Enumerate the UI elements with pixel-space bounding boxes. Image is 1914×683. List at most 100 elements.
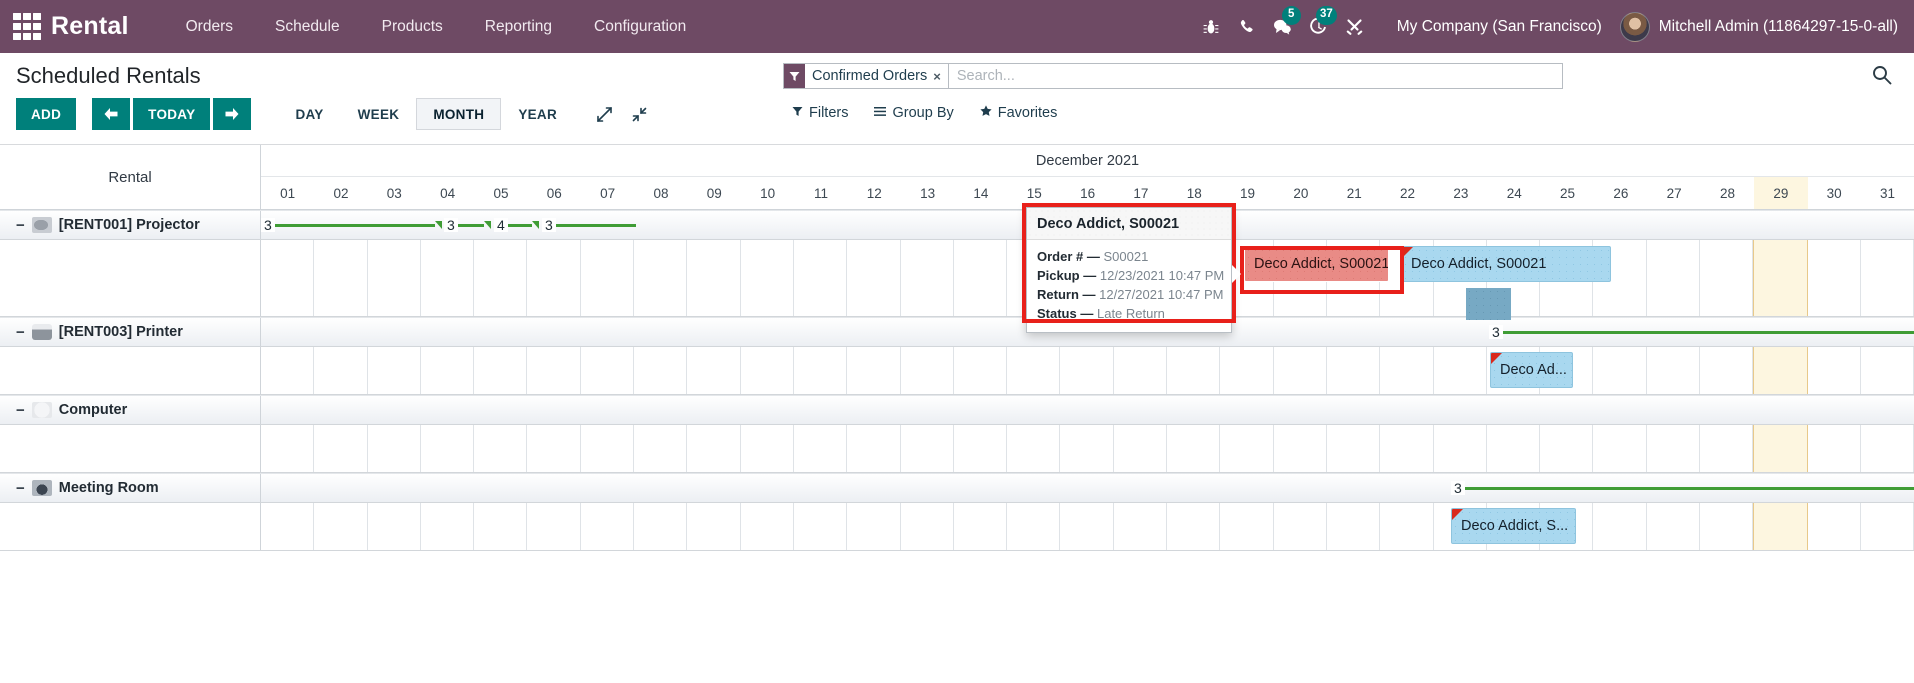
gantt-cell[interactable] — [741, 347, 794, 394]
gantt-cell[interactable] — [634, 425, 688, 472]
gantt-cell[interactable] — [901, 425, 954, 472]
gantt-cell[interactable] — [1220, 347, 1274, 394]
gantt-cell[interactable] — [1220, 425, 1274, 472]
gantt-cell[interactable] — [741, 240, 794, 316]
prev-period-button[interactable] — [92, 98, 131, 130]
gantt-cell[interactable] — [314, 240, 368, 316]
gantt-group-label-cell[interactable]: − [RENT001] Projector — [0, 211, 261, 239]
gantt-cell[interactable] — [1060, 503, 1114, 550]
collapse-toggle-icon[interactable]: − — [16, 481, 25, 496]
gantt-cell[interactable] — [1060, 347, 1114, 394]
gantt-cell[interactable] — [581, 347, 635, 394]
gantt-pill[interactable]: Deco Addict, S00021 — [1401, 246, 1611, 282]
gantt-cell[interactable] — [1700, 503, 1754, 550]
gantt-cell[interactable] — [1380, 425, 1434, 472]
gantt-cell[interactable] — [1487, 425, 1541, 472]
gantt-cell[interactable] — [1647, 347, 1701, 394]
gantt-pill[interactable]: Deco Addict, S... — [1451, 508, 1576, 544]
gantt-row-slots-printer[interactable]: Deco Ad... — [261, 347, 1914, 394]
gantt-cell[interactable] — [901, 347, 954, 394]
today-button[interactable]: TODAY — [133, 98, 211, 130]
gantt-cell[interactable] — [527, 425, 581, 472]
gantt-cell[interactable] — [794, 503, 848, 550]
app-brand-rental[interactable]: Rental — [51, 12, 129, 41]
gantt-row-slots-meeting[interactable]: Deco Addict, S... — [261, 503, 1914, 550]
gantt-cell[interactable] — [634, 240, 688, 316]
gantt-cell[interactable] — [1861, 503, 1914, 550]
gantt-cell[interactable] — [527, 240, 581, 316]
gantt-cell[interactable] — [1274, 425, 1327, 472]
gantt-cell[interactable] — [261, 425, 315, 472]
apps-grid-icon[interactable] — [13, 12, 41, 41]
gantt-cell[interactable] — [1753, 240, 1808, 316]
activities-clock-icon[interactable]: 37 — [1301, 5, 1337, 44]
gantt-cell[interactable] — [847, 347, 901, 394]
gantt-cell[interactable] — [1753, 503, 1808, 550]
gantt-cell[interactable] — [1327, 425, 1381, 472]
search-input[interactable] — [948, 64, 1562, 88]
collapse-toggle-icon[interactable]: − — [16, 218, 25, 233]
gantt-cell[interactable] — [901, 503, 954, 550]
gantt-cell[interactable] — [634, 347, 688, 394]
gantt-cell[interactable] — [1114, 425, 1168, 472]
gantt-cell[interactable] — [1007, 425, 1061, 472]
gantt-cell[interactable] — [1434, 347, 1487, 394]
close-icon[interactable]: × — [933, 64, 948, 88]
gantt-cell[interactable] — [1808, 347, 1861, 394]
gantt-cell[interactable] — [314, 425, 368, 472]
nav-item-schedule[interactable]: Schedule — [254, 0, 361, 53]
filters-menu[interactable]: Filters — [792, 105, 848, 121]
gantt-group-row-meeting[interactable]: − Meeting Room 3 — [0, 473, 1914, 503]
gantt-cell[interactable] — [368, 425, 421, 472]
gantt-cell[interactable] — [1700, 347, 1754, 394]
gantt-cell[interactable] — [527, 503, 581, 550]
gantt-cell[interactable] — [581, 425, 635, 472]
gantt-cell[interactable] — [794, 347, 848, 394]
gantt-cell[interactable] — [741, 425, 794, 472]
gantt-cell[interactable] — [1327, 347, 1381, 394]
gantt-cell[interactable] — [634, 503, 688, 550]
gantt-cell[interactable] — [314, 503, 368, 550]
gantt-cell[interactable] — [687, 240, 741, 316]
gantt-row-slots-computer[interactable] — [261, 425, 1914, 472]
search-bar[interactable]: Confirmed Orders × — [783, 63, 1563, 89]
gantt-cell[interactable] — [1060, 425, 1114, 472]
scale-week-button[interactable]: WEEK — [341, 98, 417, 130]
nav-item-reporting[interactable]: Reporting — [464, 0, 573, 53]
gantt-group-row-computer[interactable]: − Computer — [0, 395, 1914, 425]
favorites-menu[interactable]: Favorites — [980, 105, 1057, 121]
gantt-cell[interactable] — [261, 347, 315, 394]
scale-day-button[interactable]: DAY — [278, 98, 340, 130]
collapse-toggle-icon[interactable]: − — [16, 403, 25, 418]
gantt-cell[interactable] — [1274, 347, 1327, 394]
gantt-cell[interactable] — [1808, 503, 1861, 550]
gantt-cell[interactable] — [1861, 240, 1914, 316]
gantt-cell[interactable] — [1114, 503, 1168, 550]
gantt-cell[interactable] — [847, 503, 901, 550]
gantt-cell[interactable] — [794, 425, 848, 472]
gantt-cell[interactable] — [1274, 503, 1327, 550]
search-facet-confirmed-orders[interactable]: Confirmed Orders × — [784, 64, 949, 88]
gantt-cell[interactable] — [474, 503, 528, 550]
gantt-cell[interactable] — [1861, 425, 1914, 472]
gantt-cell[interactable] — [687, 503, 741, 550]
group-by-menu[interactable]: Group By — [874, 105, 954, 121]
gantt-cell[interactable] — [368, 240, 421, 316]
tools-icon[interactable] — [1337, 10, 1373, 44]
gantt-cell[interactable] — [1167, 425, 1221, 472]
gantt-cell[interactable] — [1861, 347, 1914, 394]
gantt-group-label-cell[interactable]: − [RENT003] Printer — [0, 318, 261, 346]
gantt-cell[interactable] — [581, 240, 635, 316]
gantt-cell[interactable] — [1167, 347, 1221, 394]
gantt-cell[interactable] — [1327, 503, 1381, 550]
nav-item-products[interactable]: Products — [361, 0, 464, 53]
search-icon[interactable] — [1872, 65, 1892, 90]
bug-icon[interactable] — [1193, 10, 1229, 44]
gantt-cell[interactable] — [1808, 240, 1861, 316]
gantt-cell[interactable] — [368, 347, 421, 394]
collapse-arrows-icon[interactable] — [631, 106, 648, 123]
gantt-cell[interactable] — [847, 425, 901, 472]
gantt-cell[interactable] — [954, 347, 1008, 394]
gantt-cell[interactable] — [687, 425, 741, 472]
gantt-cell[interactable] — [421, 425, 475, 472]
